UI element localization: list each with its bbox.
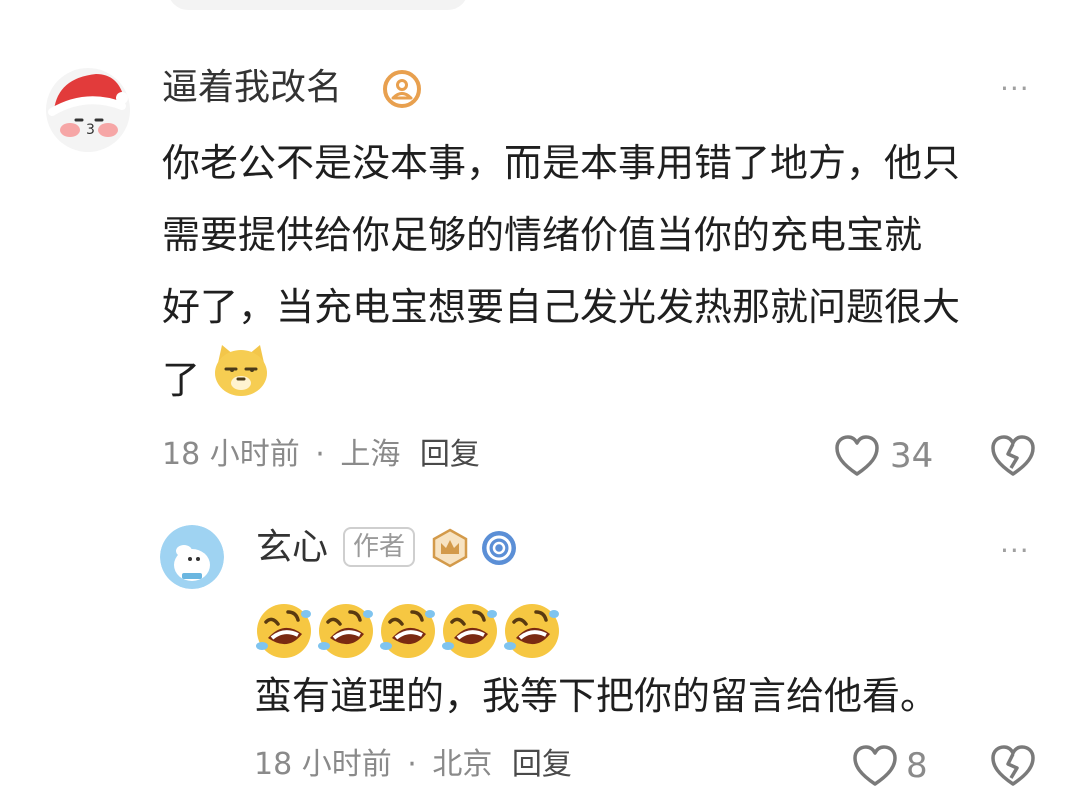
reply-time: 18 小时前 [254,747,392,782]
reply-reply-button[interactable]: 回复 [512,747,572,782]
meta-separator: · [407,747,417,782]
author-tag: 作者 [343,527,416,567]
comment-time: 18 小时前 [162,437,300,472]
reply-username[interactable]: 玄心 [256,530,328,566]
reply-location: 北京 [432,747,493,782]
commenter-avatar[interactable]: 3 [46,68,130,152]
comment-text-line: 好了，当充电宝想要自己发光发热那就问题很大 [162,285,961,329]
reply-meta: 18 小时前 · 北京 回复 [254,750,572,780]
broken-heart-icon[interactable] [990,434,1036,482]
broken-heart-icon[interactable] [990,744,1036,792]
comment-like-count: 34 [890,436,934,476]
user-badge-icon [382,69,422,113]
reply-text: 蛮有道理的，我等下把你的留言给他看。 [254,674,939,718]
reply-more-button[interactable]: ··· [1000,534,1030,567]
svg-text:3: 3 [86,122,95,138]
ring-badge-icon [479,528,519,572]
top-input-pill [168,0,468,10]
heart-icon[interactable] [834,434,880,482]
comment-text: 你老公不是没本事，而是本事用错了地方，他只 需要提供给你足够的情绪价值当你的充电… [162,127,1062,422]
comment-reply-button[interactable]: 回复 [420,437,480,472]
reply-like-count: 8 [906,746,928,786]
heart-icon[interactable] [852,744,898,792]
comment-text-line-last: 了 [162,343,1062,422]
comment-text-line: 了 [162,358,201,402]
commenter-username[interactable]: 逼着我改名 [162,70,342,106]
comment-meta: 18 小时前 · 上海 回复 [162,440,480,470]
meta-separator: · [315,437,325,472]
comment-more-button[interactable]: ··· [1000,72,1030,105]
reply-avatar[interactable] [160,525,224,589]
comment-text-line: 你老公不是没本事，而是本事用错了地方，他只 [162,141,961,185]
cat-emoji [212,343,270,422]
crown-badge-icon [430,528,470,572]
comment-text-line: 需要提供给你足够的情绪价值当你的充电宝就 [162,213,923,257]
comment-location: 上海 [340,437,401,472]
reply-emoji-row [254,600,574,662]
